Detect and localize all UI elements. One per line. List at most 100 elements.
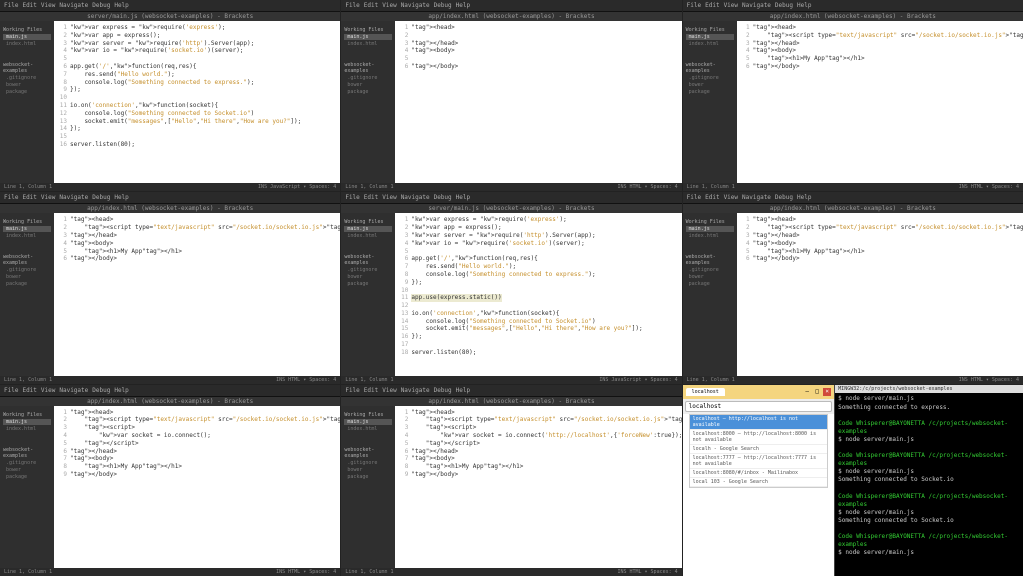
address-bar[interactable]: [685, 401, 833, 412]
menu-edit[interactable]: Edit: [705, 194, 719, 201]
menu-debug[interactable]: Debug: [775, 194, 793, 201]
suggestion-item[interactable]: localh - Google Search: [690, 445, 828, 454]
menu-view[interactable]: View: [382, 194, 396, 201]
menu-navigate[interactable]: Navigate: [401, 387, 430, 394]
menu-edit[interactable]: Edit: [364, 387, 378, 394]
menu-view[interactable]: View: [382, 387, 396, 394]
menu-navigate[interactable]: Navigate: [59, 194, 88, 201]
file-main.js[interactable]: main.js: [344, 419, 392, 425]
menu-file[interactable]: File: [4, 387, 18, 394]
menu-help[interactable]: Help: [114, 387, 128, 394]
menubar[interactable]: File Edit View Navigate Debug Help: [683, 0, 1023, 12]
menu-debug[interactable]: Debug: [92, 194, 110, 201]
menubar[interactable]: File Edit View Navigate Debug Help: [0, 0, 340, 12]
menu-navigate[interactable]: Navigate: [742, 2, 771, 9]
file-index.html[interactable]: index.html: [686, 41, 734, 47]
editor[interactable]: 1"tag"><head>2 "tag"><script type="text/…: [737, 21, 1023, 183]
sidebar[interactable]: Working Filesmain.jsindex.htmlwebsocket-…: [341, 406, 395, 568]
menu-edit[interactable]: Edit: [22, 387, 36, 394]
file-main.js[interactable]: main.js: [3, 226, 51, 232]
menu-navigate[interactable]: Navigate: [401, 2, 430, 9]
menu-edit[interactable]: Edit: [364, 2, 378, 9]
file-index.html[interactable]: index.html: [3, 426, 51, 432]
sidebar[interactable]: Working Filesmain.jsindex.htmlwebsocket-…: [683, 213, 737, 375]
sidebar[interactable]: Working Filesmain.jsindex.htmlwebsocket-…: [683, 21, 737, 183]
menu-help[interactable]: Help: [797, 194, 811, 201]
close-icon[interactable]: ×: [823, 388, 831, 396]
editor[interactable]: 1"kw">var express = "kw">require('expres…: [395, 213, 681, 375]
menu-file[interactable]: File: [345, 194, 359, 201]
sidebar[interactable]: Working Filesmain.jsindex.htmlwebsocket-…: [341, 213, 395, 375]
editor[interactable]: 1"kw">var express = "kw">require('expres…: [54, 21, 340, 183]
menu-debug[interactable]: Debug: [434, 2, 452, 9]
menu-debug[interactable]: Debug: [92, 2, 110, 9]
editor[interactable]: 1"tag"><head>2 "tag"><script type="text/…: [54, 213, 340, 375]
suggestion-item[interactable]: local 103 - Google Search: [690, 478, 828, 487]
menu-edit[interactable]: Edit: [22, 194, 36, 201]
menu-view[interactable]: View: [41, 2, 55, 9]
menu-navigate[interactable]: Navigate: [742, 194, 771, 201]
suggestion-item[interactable]: localhost:8080/#/inbox - Mailinabox: [690, 469, 828, 478]
menu-help[interactable]: Help: [114, 2, 128, 9]
file-main.js[interactable]: main.js: [3, 34, 51, 40]
menu-edit[interactable]: Edit: [22, 2, 36, 9]
file-main.js[interactable]: main.js: [3, 419, 51, 425]
menu-debug[interactable]: Debug: [92, 387, 110, 394]
file-main.js[interactable]: main.js: [344, 34, 392, 40]
suggestions[interactable]: localhost — http://localhost is not avai…: [689, 414, 829, 488]
menubar[interactable]: File Edit View Navigate Debug Help: [341, 0, 681, 12]
sidebar[interactable]: Working Filesmain.jsindex.htmlwebsocket-…: [0, 406, 54, 568]
menu-file[interactable]: File: [687, 2, 701, 9]
menu-edit[interactable]: Edit: [705, 2, 719, 9]
menu-file[interactable]: File: [345, 387, 359, 394]
file-index.html[interactable]: index.html: [686, 233, 734, 239]
menu-file[interactable]: File: [687, 194, 701, 201]
menu-view[interactable]: View: [724, 2, 738, 9]
menu-navigate[interactable]: Navigate: [59, 387, 88, 394]
editor[interactable]: 1"tag"><head>2 "tag"><script type="text/…: [54, 406, 340, 568]
minimize-icon[interactable]: –: [803, 388, 811, 396]
menu-file[interactable]: File: [345, 2, 359, 9]
menu-navigate[interactable]: Navigate: [401, 194, 430, 201]
menu-view[interactable]: View: [724, 194, 738, 201]
file-index.html[interactable]: index.html: [3, 233, 51, 239]
sidebar[interactable]: Working Filesmain.jsindex.htmlwebsocket-…: [0, 21, 54, 183]
terminal[interactable]: MINGW32:/c/projects/websocket-examples $…: [835, 385, 1023, 576]
menu-debug[interactable]: Debug: [434, 194, 452, 201]
suggestion-item[interactable]: localhost — http://localhost is not avai…: [690, 415, 828, 430]
file-index.html[interactable]: index.html: [344, 426, 392, 432]
file-index.html[interactable]: index.html: [344, 41, 392, 47]
menu-help[interactable]: Help: [456, 194, 470, 201]
sidebar[interactable]: Working Filesmain.jsindex.htmlwebsocket-…: [341, 21, 395, 183]
menu-help[interactable]: Help: [456, 2, 470, 9]
menu-help[interactable]: Help: [114, 194, 128, 201]
suggestion-item[interactable]: localhost:7777 — http://localhost:7777 i…: [690, 454, 828, 469]
menu-edit[interactable]: Edit: [364, 194, 378, 201]
suggestion-item[interactable]: localhost:8000 — http://localhost:8000 i…: [690, 430, 828, 445]
file-index.html[interactable]: index.html: [344, 233, 392, 239]
menu-view[interactable]: View: [382, 2, 396, 9]
file-main.js[interactable]: main.js: [686, 34, 734, 40]
menu-view[interactable]: View: [41, 194, 55, 201]
menu-help[interactable]: Help: [456, 387, 470, 394]
menu-navigate[interactable]: Navigate: [59, 2, 88, 9]
menu-file[interactable]: File: [4, 2, 18, 9]
maximize-icon[interactable]: □: [813, 388, 821, 396]
editor[interactable]: 1"tag"><head>2 "tag"><script type="text/…: [395, 406, 681, 568]
menubar[interactable]: File Edit View Navigate Debug Help: [341, 385, 681, 397]
menu-view[interactable]: View: [41, 387, 55, 394]
file-main.js[interactable]: main.js: [686, 226, 734, 232]
menubar[interactable]: File Edit View Navigate Debug Help: [0, 385, 340, 397]
editor[interactable]: 1"tag"><head>2 "tag"><script type="text/…: [737, 213, 1023, 375]
file-index.html[interactable]: index.html: [3, 41, 51, 47]
menu-debug[interactable]: Debug: [775, 2, 793, 9]
sidebar[interactable]: Working Filesmain.jsindex.htmlwebsocket-…: [0, 213, 54, 375]
menubar[interactable]: File Edit View Navigate Debug Help: [683, 192, 1023, 204]
menu-help[interactable]: Help: [797, 2, 811, 9]
menubar[interactable]: File Edit View Navigate Debug Help: [0, 192, 340, 204]
menu-debug[interactable]: Debug: [434, 387, 452, 394]
browser-tab[interactable]: localhost: [686, 388, 725, 396]
file-main.js[interactable]: main.js: [344, 226, 392, 232]
editor[interactable]: 1"tag"><head>23"tag"></head>4"tag"><body…: [395, 21, 681, 183]
menu-file[interactable]: File: [4, 194, 18, 201]
